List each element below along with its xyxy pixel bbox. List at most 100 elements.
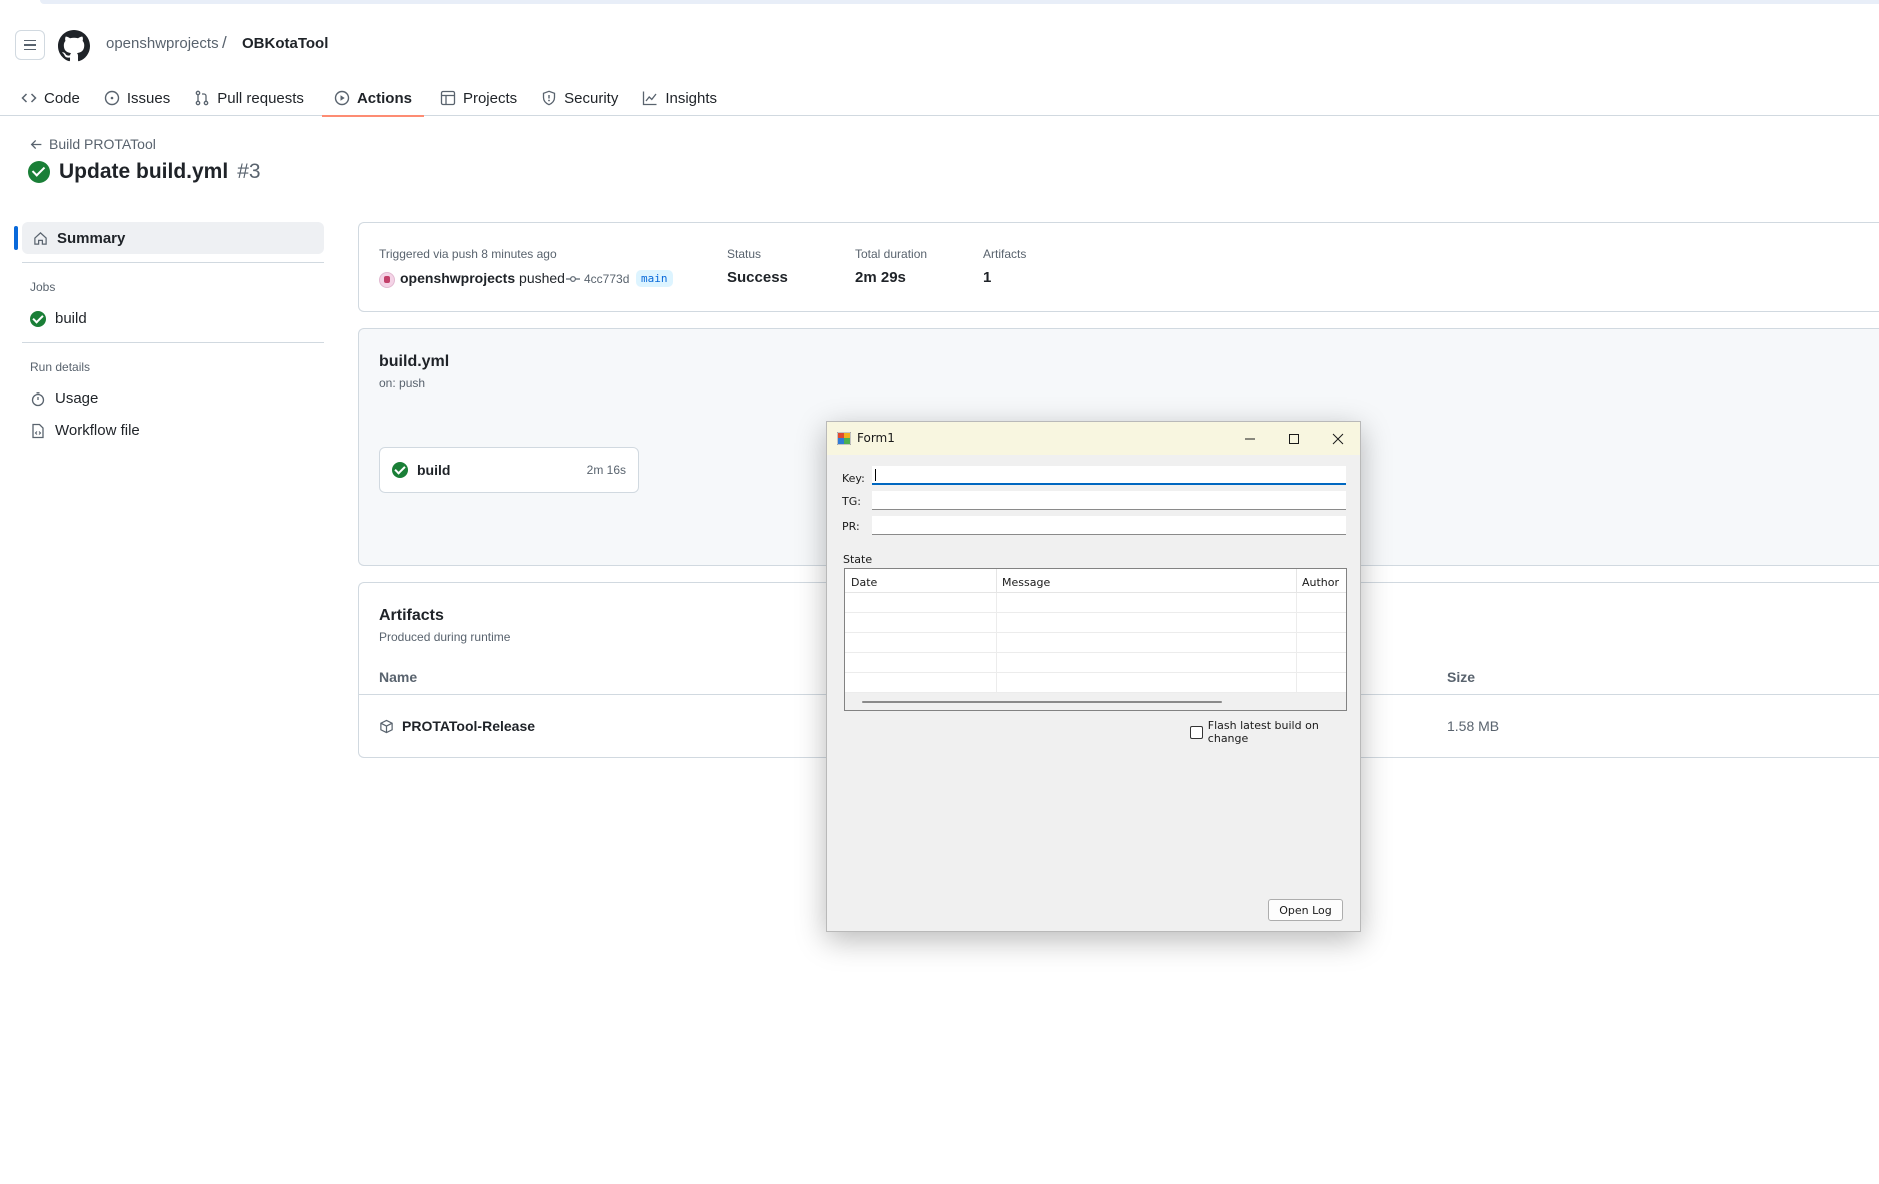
job-node-build[interactable]: build 2m 16s xyxy=(379,447,639,493)
flash-on-change-checkbox[interactable] xyxy=(1190,725,1203,739)
table-row xyxy=(845,673,1346,693)
avatar[interactable] xyxy=(379,272,395,288)
maximize-icon xyxy=(1289,433,1299,444)
success-check-icon xyxy=(30,310,46,327)
flash-on-change-label: Flash latest build on change xyxy=(1207,719,1319,745)
repo-owner-link[interactable]: openshwprojects xyxy=(106,35,219,52)
table-row xyxy=(845,613,1346,633)
tab-projects[interactable]: Projects xyxy=(428,80,529,116)
sidebar-jobs-heading: Jobs xyxy=(30,280,56,294)
job-node-name: build xyxy=(417,462,451,478)
text-caret xyxy=(875,469,876,481)
tab-projects-label: Projects xyxy=(462,89,518,107)
github-logo-icon[interactable] xyxy=(58,30,90,62)
flash-on-change-option[interactable]: Flash latest build on change xyxy=(1190,719,1360,745)
table-row xyxy=(845,633,1346,653)
tab-issues-label: Issues xyxy=(126,89,171,107)
tab-issues[interactable]: Issues xyxy=(92,80,182,116)
close-icon xyxy=(1332,433,1344,444)
tab-insights[interactable]: Insights xyxy=(630,80,729,116)
tg-input[interactable] xyxy=(872,491,1346,510)
horizontal-scrollbar[interactable] xyxy=(845,693,1346,710)
sidebar-run-details-heading: Run details xyxy=(30,360,91,374)
artifacts-title: Artifacts xyxy=(379,607,444,624)
pusher-text: openshwprojects pushed xyxy=(400,270,565,286)
commit-icon xyxy=(566,276,580,282)
tab-insights-label: Insights xyxy=(665,89,718,107)
grid-header: Date Message Author xyxy=(845,569,1346,593)
menu-button[interactable] xyxy=(15,30,45,60)
tab-security-label: Security xyxy=(564,89,619,107)
sidebar-item-summary[interactable]: Summary xyxy=(14,222,324,254)
run-summary-card: Triggered via push 8 minutes ago openshw… xyxy=(358,222,1879,312)
col-name-header: Name xyxy=(379,669,418,685)
home-icon xyxy=(34,231,47,245)
duration-label: Total duration xyxy=(855,247,928,261)
close-button[interactable] xyxy=(1316,422,1360,455)
breadcrumb-separator: / xyxy=(222,33,227,52)
success-check-icon xyxy=(28,161,50,183)
pr-input[interactable] xyxy=(872,516,1346,535)
grid-column-separator xyxy=(996,569,997,593)
sidebar-item-workflow-file[interactable]: Workflow file xyxy=(30,422,140,439)
tg-label: TG: xyxy=(842,495,861,508)
sidebar-item-usage[interactable]: Usage xyxy=(30,390,98,407)
code-icon xyxy=(21,93,37,103)
back-link-label: Build PROTATool xyxy=(49,136,156,152)
workflow-name: build.yml xyxy=(379,353,450,370)
repo-nav: Code Issues Pull requests Actions Projec… xyxy=(0,80,729,117)
app-icon xyxy=(837,432,851,445)
tab-actions[interactable]: Actions xyxy=(321,80,424,117)
tab-pull-requests[interactable]: Pull requests xyxy=(182,80,316,116)
col-message-header[interactable]: Message xyxy=(1002,576,1050,589)
artifact-name: PROTATool-Release xyxy=(402,718,536,734)
package-icon xyxy=(380,719,393,733)
duration-value: 2m 29s xyxy=(855,269,906,286)
artifacts-subtitle: Produced during runtime xyxy=(379,630,511,644)
pusher-name[interactable]: openshwprojects xyxy=(400,270,515,286)
tab-security[interactable]: Security xyxy=(529,80,630,116)
table-icon xyxy=(440,90,456,106)
table-row xyxy=(845,653,1346,673)
open-log-label: Open Log xyxy=(1279,903,1332,917)
trigger-label: Triggered via push 8 minutes ago xyxy=(379,247,557,261)
grid-column-line xyxy=(1296,593,1297,693)
commit-link[interactable]: 4cc773d xyxy=(566,272,629,286)
maximize-button[interactable] xyxy=(1272,422,1316,455)
issue-icon xyxy=(104,90,120,106)
minimize-icon xyxy=(1245,438,1255,439)
commit-sha: 4cc773d xyxy=(584,272,630,286)
tab-actions-label: Actions xyxy=(356,89,412,107)
sidebar-summary-label: Summary xyxy=(57,229,126,247)
repo-name-link[interactable]: OBKotaTool xyxy=(242,35,328,52)
sidebar-usage-label: Usage xyxy=(55,390,99,407)
grid-column-line xyxy=(996,593,997,693)
minimize-button[interactable] xyxy=(1228,422,1272,455)
col-date-header[interactable]: Date xyxy=(851,576,877,589)
pushed-verb: pushed xyxy=(519,270,565,286)
state-label: State xyxy=(843,553,873,566)
branch-badge[interactable]: main xyxy=(636,270,673,287)
key-input[interactable] xyxy=(872,466,1346,485)
sidebar-item-build[interactable]: build xyxy=(30,310,87,327)
form1-window: Form1 Key: TG: PR: State Date Message Au… xyxy=(826,421,1361,932)
sidebar-build-label: build xyxy=(55,310,87,327)
back-to-workflow-link[interactable]: Build PROTATool xyxy=(30,136,156,152)
grid-column-separator xyxy=(1296,569,1297,593)
table-row xyxy=(845,593,1346,613)
open-log-button[interactable]: Open Log xyxy=(1268,899,1343,921)
tab-code[interactable]: Code xyxy=(0,80,92,116)
arrow-left-icon xyxy=(30,139,42,149)
grid-body xyxy=(845,593,1346,693)
scrollbar-thumb[interactable] xyxy=(862,701,1222,703)
col-author-header[interactable]: Author xyxy=(1302,576,1339,589)
artifact-link[interactable]: PROTATool-Release xyxy=(379,718,535,734)
tab-code-label: Code xyxy=(44,89,80,107)
state-grid[interactable]: Date Message Author xyxy=(844,568,1347,711)
sidebar-divider xyxy=(22,342,324,343)
window-title: Form1 xyxy=(857,431,895,445)
repo-header: openshwprojects / OBKotaTool Code Issues… xyxy=(0,8,1879,117)
tab-pull-requests-label: Pull requests xyxy=(217,89,304,107)
window-title-bar[interactable]: Form1 xyxy=(827,422,1360,455)
graph-icon xyxy=(643,91,657,106)
